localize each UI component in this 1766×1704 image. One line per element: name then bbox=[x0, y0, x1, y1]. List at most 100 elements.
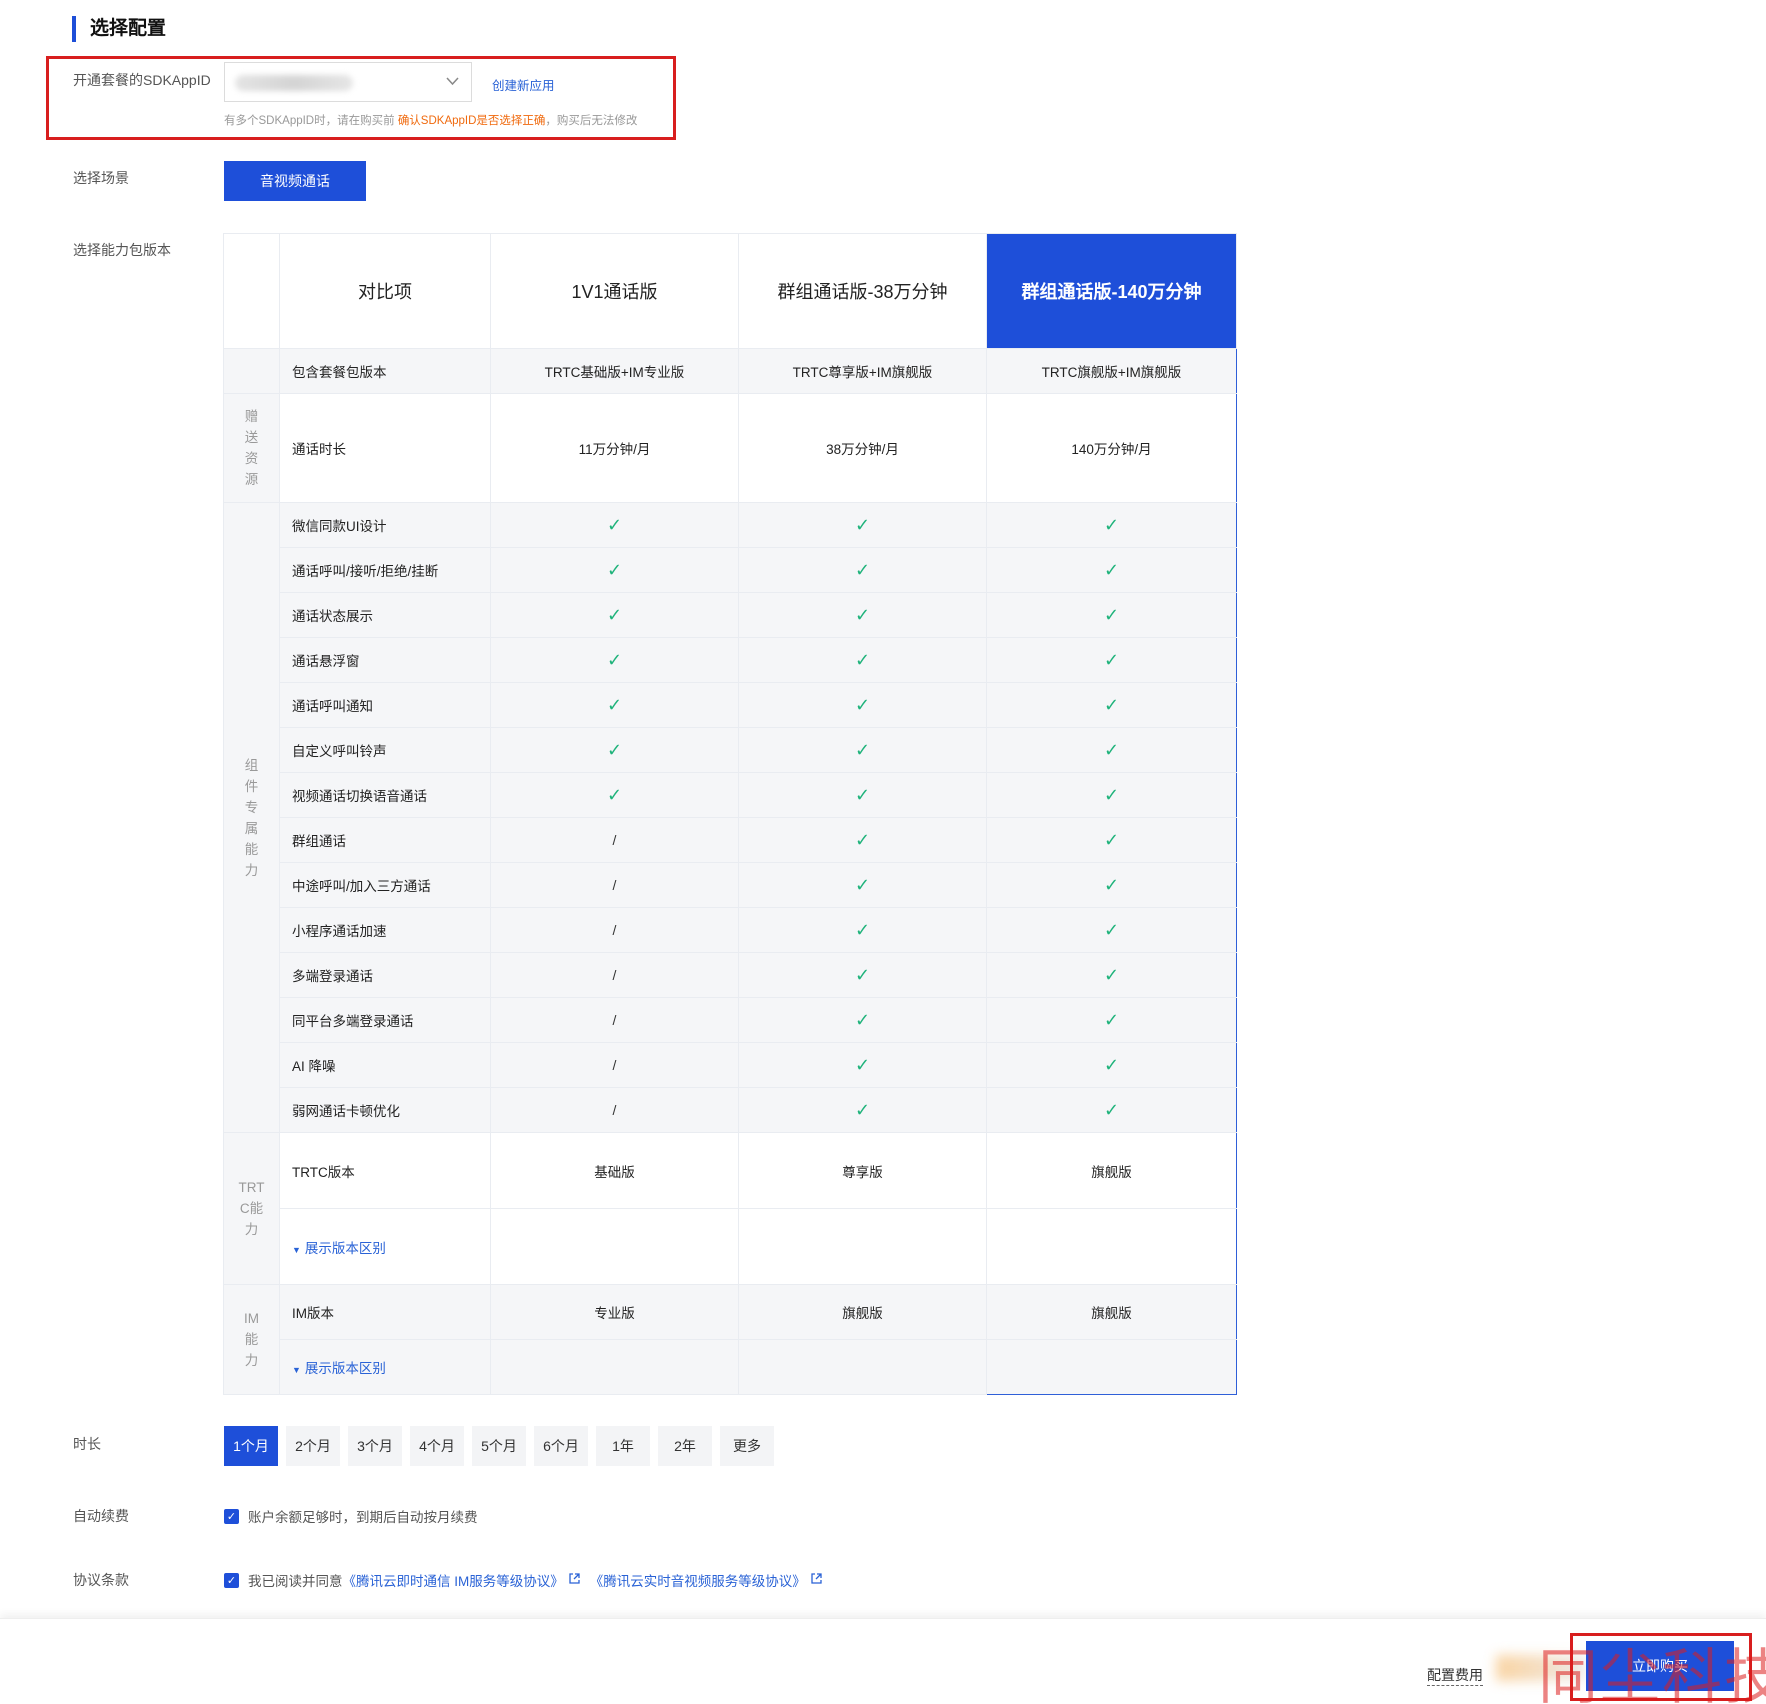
not-available-mark: / bbox=[612, 922, 617, 938]
table-row: 小程序通话加速 / ✓ ✓ bbox=[224, 907, 1237, 953]
im-sla-link[interactable]: 《腾讯云即时通信 IM服务等级协议》 bbox=[343, 1570, 564, 1590]
header-group-38-option[interactable]: 群组通话版-38万分钟 bbox=[738, 233, 987, 349]
header-group-140-option[interactable]: 群组通话版-140万分钟 bbox=[986, 233, 1237, 349]
feature-name: 视频通话切换语音通话 bbox=[279, 772, 491, 818]
create-app-link[interactable]: 创建新应用 bbox=[492, 75, 555, 94]
feature-cell: ✓ bbox=[738, 682, 987, 728]
external-link-icon[interactable] bbox=[811, 1573, 822, 1587]
appid-label: 开通套餐的SDKAppID bbox=[73, 72, 211, 88]
row-label: IM版本 bbox=[279, 1284, 491, 1340]
duration-option[interactable]: 2年 bbox=[658, 1426, 712, 1466]
appid-select[interactable] bbox=[224, 62, 472, 102]
table-row: 中途呼叫/加入三方通话 / ✓ ✓ bbox=[224, 862, 1237, 908]
header-empty-cell bbox=[223, 233, 280, 349]
duration-option[interactable]: 2个月 bbox=[286, 1426, 340, 1466]
cell-value: 140万分钟/月 bbox=[986, 393, 1237, 503]
feature-name: 同平台多端登录通话 bbox=[279, 997, 491, 1043]
check-icon: ✓ bbox=[1103, 1099, 1120, 1120]
feature-rows: 组件专属能力 微信同款UI设计 ✓ ✓ ✓ 通话呼叫/接听/拒绝/挂断 ✓ ✓ ✓ 通话状态展示 ✓… bbox=[223, 502, 1237, 1133]
category-label: IM能力 bbox=[244, 1311, 259, 1368]
trtc-expand-link[interactable]: ▼ 展示版本区别 bbox=[279, 1208, 491, 1285]
feature-name: 多端登录通话 bbox=[279, 952, 491, 998]
category-trtc: TRTC能力 bbox=[223, 1132, 280, 1285]
duration-option[interactable]: 5个月 bbox=[472, 1426, 526, 1466]
not-available-mark: / bbox=[612, 832, 617, 848]
caret-down-icon: ▼ bbox=[292, 1365, 301, 1375]
footer-bar: 配置费用 立即购买 同尘科技 bbox=[0, 1618, 1766, 1704]
category-im: IM能力 bbox=[223, 1284, 280, 1395]
check-icon: ✓ bbox=[606, 649, 623, 670]
cell-value: 11万分钟/月 bbox=[490, 393, 739, 503]
feature-cell: ✓ bbox=[986, 682, 1237, 728]
not-available-mark: / bbox=[612, 967, 617, 983]
table-row: 通话呼叫/接听/拒绝/挂断 ✓ ✓ ✓ bbox=[224, 547, 1237, 593]
feature-cell: / bbox=[490, 1087, 739, 1133]
category-cell-empty bbox=[223, 348, 280, 394]
check-icon: ✓ bbox=[606, 694, 623, 715]
feature-cell: ✓ bbox=[490, 547, 739, 593]
duration-option[interactable]: 3个月 bbox=[348, 1426, 402, 1466]
im-expand-link[interactable]: ▼ 展示版本区别 bbox=[279, 1339, 491, 1395]
feature-cell: ✓ bbox=[490, 772, 739, 818]
feature-cell: ✓ bbox=[738, 1087, 987, 1133]
not-available-mark: / bbox=[612, 1012, 617, 1028]
table-row: 同平台多端登录通话 / ✓ ✓ bbox=[224, 997, 1237, 1043]
feature-cell: / bbox=[490, 1042, 739, 1088]
expand-label[interactable]: 展示版本区别 bbox=[305, 1361, 386, 1376]
table-row: 弱网通话卡顿优化 / ✓ ✓ bbox=[224, 1087, 1237, 1133]
duration-option[interactable]: 1个月 bbox=[224, 1426, 278, 1466]
auto-renew-label: 自动续费 bbox=[73, 1508, 129, 1524]
cell-value: TRTC尊享版+IM旗舰版 bbox=[738, 348, 987, 394]
check-icon: ✓ bbox=[854, 649, 871, 670]
duration-option[interactable]: 1年 bbox=[596, 1426, 650, 1466]
feature-cell: ✓ bbox=[738, 772, 987, 818]
row-label: TRTC版本 bbox=[279, 1132, 491, 1209]
feature-cell: ✓ bbox=[986, 1087, 1237, 1133]
row-label: 通话时长 bbox=[279, 393, 491, 503]
duration-option[interactable]: 4个月 bbox=[410, 1426, 464, 1466]
cell-empty bbox=[738, 1339, 987, 1395]
check-icon: ✓ bbox=[854, 559, 871, 580]
package-comparison-table: 对比项 1V1通话版 群组通话版-38万分钟 群组通话版-140万分钟 包含套餐… bbox=[223, 233, 1237, 1395]
cell-empty bbox=[986, 1208, 1237, 1285]
trtc-sla-link[interactable]: 《腾讯云实时音视频服务等级协议》 bbox=[590, 1570, 806, 1590]
check-icon: ✓ bbox=[1103, 604, 1120, 625]
duration-option[interactable]: 更多 bbox=[720, 1426, 774, 1466]
appid-value-blurred bbox=[235, 75, 353, 91]
category-label: TRTC能力 bbox=[238, 1180, 265, 1237]
check-icon: ✓ bbox=[854, 964, 871, 985]
table-row: 赠送资源 通话时长 11万分钟/月 38万分钟/月 140万分钟/月 bbox=[223, 393, 1237, 503]
table-row: 通话悬浮窗 ✓ ✓ ✓ bbox=[224, 637, 1237, 683]
header-1v1-option[interactable]: 1V1通话版 bbox=[490, 233, 739, 349]
cell-empty bbox=[986, 1339, 1237, 1395]
feature-name: 通话呼叫/接听/拒绝/挂断 bbox=[279, 547, 491, 593]
agreement-checkbox[interactable]: ✓ bbox=[224, 1572, 239, 1588]
check-icon: ✓ bbox=[854, 919, 871, 940]
feature-name: AI 降噪 bbox=[279, 1042, 491, 1088]
feature-cell: / bbox=[490, 817, 739, 863]
duration-label: 时长 bbox=[73, 1436, 101, 1452]
expand-label[interactable]: 展示版本区别 bbox=[305, 1241, 386, 1256]
table-header-row: 对比项 1V1通话版 群组通话版-38万分钟 群组通话版-140万分钟 bbox=[223, 233, 1237, 349]
agreement-prefix: 我已阅读并同意 bbox=[248, 1574, 343, 1589]
check-icon: ✓ bbox=[854, 694, 871, 715]
feature-name: 微信同款UI设计 bbox=[279, 502, 491, 548]
duration-option[interactable]: 6个月 bbox=[534, 1426, 588, 1466]
check-icon: ✓ bbox=[854, 739, 871, 760]
check-icon: ✓ bbox=[606, 514, 623, 535]
cell-value: 旗舰版 bbox=[986, 1132, 1237, 1209]
scene-av-call-button[interactable]: 音视频通话 bbox=[224, 161, 366, 201]
feature-cell: ✓ bbox=[738, 907, 987, 953]
cell-empty bbox=[490, 1339, 739, 1395]
auto-renew-checkbox[interactable]: ✓ bbox=[224, 1508, 239, 1524]
check-icon: ✓ bbox=[1103, 829, 1120, 850]
feature-cell: ✓ bbox=[490, 592, 739, 638]
feature-cell: / bbox=[490, 997, 739, 1043]
category-label: 赠送资源 bbox=[244, 409, 259, 487]
feature-cell: / bbox=[490, 952, 739, 998]
config-cost-label[interactable]: 配置费用 bbox=[1427, 1665, 1483, 1686]
feature-cell: ✓ bbox=[986, 907, 1237, 953]
feature-cell: ✓ bbox=[738, 727, 987, 773]
check-icon: ✓ bbox=[854, 829, 871, 850]
external-link-icon[interactable] bbox=[569, 1573, 580, 1587]
